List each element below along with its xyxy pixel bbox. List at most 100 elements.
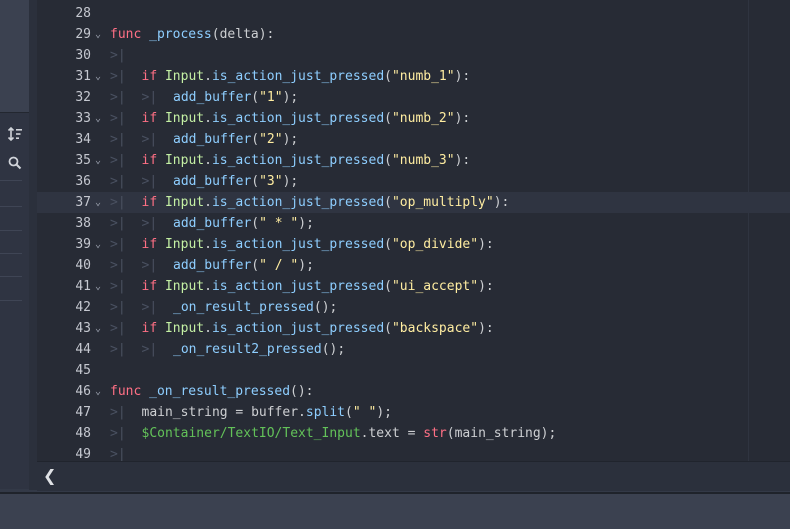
code-token: ): [454, 153, 471, 168]
code-token: (delta): [211, 27, 275, 42]
code-token: is_action_just_pressed [211, 153, 385, 168]
tab-indent-icon: >| [110, 216, 126, 231]
code-token: ); [282, 132, 299, 147]
code-line[interactable]: 41 ⌄ >| if Input.is_action_just_pressed("ui… [37, 276, 790, 297]
code-line[interactable]: 40 >| >| add_buffer(" / "); [37, 255, 790, 276]
code-line[interactable]: 33 ⌄ >| if Input.is_action_just_pressed("nu… [37, 108, 790, 129]
search-icon [8, 156, 22, 170]
code-token: ); [376, 405, 392, 420]
code-token: ( [384, 321, 392, 336]
code-line[interactable]: 42 >| >| _on_result_pressed(); [37, 297, 790, 318]
code-token: Input [164, 153, 205, 168]
code-text: add_buffer(" * "); [173, 213, 314, 234]
tab-indent-icon: >| [141, 90, 158, 105]
fold-arrow-icon[interactable]: ⌄ [95, 381, 105, 402]
code-token: Input [164, 111, 205, 126]
code-token: "2" [259, 132, 283, 147]
code-token: ( [251, 132, 260, 147]
code-token: "numb_3" [391, 153, 455, 168]
code-token: add_buffer [173, 258, 252, 273]
code-token: ); [298, 258, 314, 273]
code-line[interactable]: 38 >| >| add_buffer(" * "); [37, 213, 790, 234]
tab-indent-icon: >| [110, 153, 126, 168]
code-line[interactable]: 44 >| >| _on_result2_pressed(); [37, 339, 790, 360]
tab-indent-icon: >| [141, 342, 158, 357]
code-token: " * " [259, 216, 299, 231]
code-token: if [141, 321, 158, 336]
fold-arrow-icon[interactable]: ⌄ [95, 66, 105, 87]
code-token: if [141, 111, 158, 126]
code-token: "numb_2" [391, 111, 455, 126]
code-token: ( [384, 153, 392, 168]
code-text: if Input.is_action_just_pressed("numb_1"… [142, 66, 471, 87]
code-token: . [204, 153, 212, 168]
code-text: add_buffer("3"); [173, 171, 298, 192]
line-number: 30 [75, 48, 91, 63]
line-number: 38 [75, 216, 91, 231]
code-token: ( [251, 90, 260, 105]
code-token: add_buffer [173, 216, 252, 231]
code-line[interactable]: 30 >| [37, 45, 790, 66]
tab-indent-icon: >| [110, 111, 126, 126]
dock-list[interactable] [0, 180, 22, 490]
code-line[interactable]: 36 >| >| add_buffer("3"); [37, 171, 790, 192]
code-token: ( [384, 237, 392, 252]
code-token: is_action_just_pressed [211, 321, 385, 336]
code-token: ( [251, 174, 260, 189]
code-line[interactable]: 48 >| $Container/TextIO/Text_Input.text = … [37, 423, 790, 444]
code-text: func _on_result_pressed(): [110, 381, 314, 402]
code-line[interactable]: 45 [37, 360, 790, 381]
code-line[interactable]: 29 ⌄ func _process(delta): [37, 24, 790, 45]
code-line[interactable]: 49 >| [37, 444, 790, 461]
toggle-panel-button[interactable]: ❮ [43, 466, 56, 485]
fold-arrow-icon[interactable]: ⌄ [95, 150, 105, 171]
line-number: 41 [75, 279, 91, 294]
tab-indent-icon: >| [110, 237, 126, 252]
sort-button[interactable] [0, 120, 29, 148]
script-editor[interactable]: 28 29 ⌄ func _process(delta): 30 >| 31 ⌄ >| if In… [37, 0, 790, 461]
fold-arrow-icon[interactable]: ⌄ [95, 276, 105, 297]
list-separator [0, 253, 22, 254]
code-line[interactable]: 47 >| main_string = buffer.split(" "); [37, 402, 790, 423]
code-token: (); [321, 342, 346, 357]
fold-arrow-icon[interactable]: ⌄ [95, 24, 105, 45]
code-line[interactable]: 37 ⌄ >| if Input.is_action_just_pressed("op… [37, 192, 790, 213]
code-token: ): [478, 237, 494, 252]
code-line[interactable]: 31 ⌄ >| if Input.is_action_just_pressed("nu… [37, 66, 790, 87]
code-line[interactable]: 32 >| >| add_buffer("1"); [37, 87, 790, 108]
code-line[interactable]: 28 [37, 3, 790, 24]
line-number: 45 [75, 363, 91, 378]
code-token: func [110, 384, 142, 399]
code-line[interactable]: 39 ⌄ >| if Input.is_action_just_pressed("op… [37, 234, 790, 255]
list-separator [0, 230, 22, 231]
code-token: split [305, 405, 346, 420]
code-token: ); [282, 90, 299, 105]
tab-indent-icon: >| [110, 132, 126, 147]
code-token: is_action_just_pressed [211, 111, 385, 126]
code-token: "op_divide" [391, 237, 479, 252]
code-token: Input [164, 69, 205, 84]
line-number: 31 [75, 69, 91, 84]
code-token: if [141, 279, 158, 294]
fold-arrow-icon[interactable]: ⌄ [95, 192, 105, 213]
code-token: " " [352, 405, 377, 420]
code-text: $Container/TextIO/Text_Input.text = str(… [142, 423, 557, 444]
code-line[interactable]: 43 ⌄ >| if Input.is_action_just_pressed("ba… [37, 318, 790, 339]
code-token: ( [251, 216, 260, 231]
panel-splitter[interactable] [29, 0, 37, 490]
code-line[interactable]: 46 ⌄ func _on_result_pressed(): [37, 381, 790, 402]
search-button[interactable] [0, 149, 29, 177]
code-text: if Input.is_action_just_pressed("numb_2"… [142, 108, 471, 129]
line-number: 40 [75, 258, 91, 273]
code-token: ( [384, 279, 392, 294]
fold-arrow-icon[interactable]: ⌄ [95, 108, 105, 129]
fold-arrow-icon[interactable]: ⌄ [95, 318, 105, 339]
code-text: add_buffer("1"); [173, 87, 298, 108]
scene-dock-panel [0, 0, 30, 489]
code-token: .text = [360, 426, 424, 441]
fold-arrow-icon[interactable]: ⌄ [95, 234, 105, 255]
code-token: is_action_just_pressed [211, 195, 385, 210]
code-line[interactable]: 34 >| >| add_buffer("2"); [37, 129, 790, 150]
code-line[interactable]: 35 ⌄ >| if Input.is_action_just_pressed("nu… [37, 150, 790, 171]
code-token: if [141, 69, 158, 84]
